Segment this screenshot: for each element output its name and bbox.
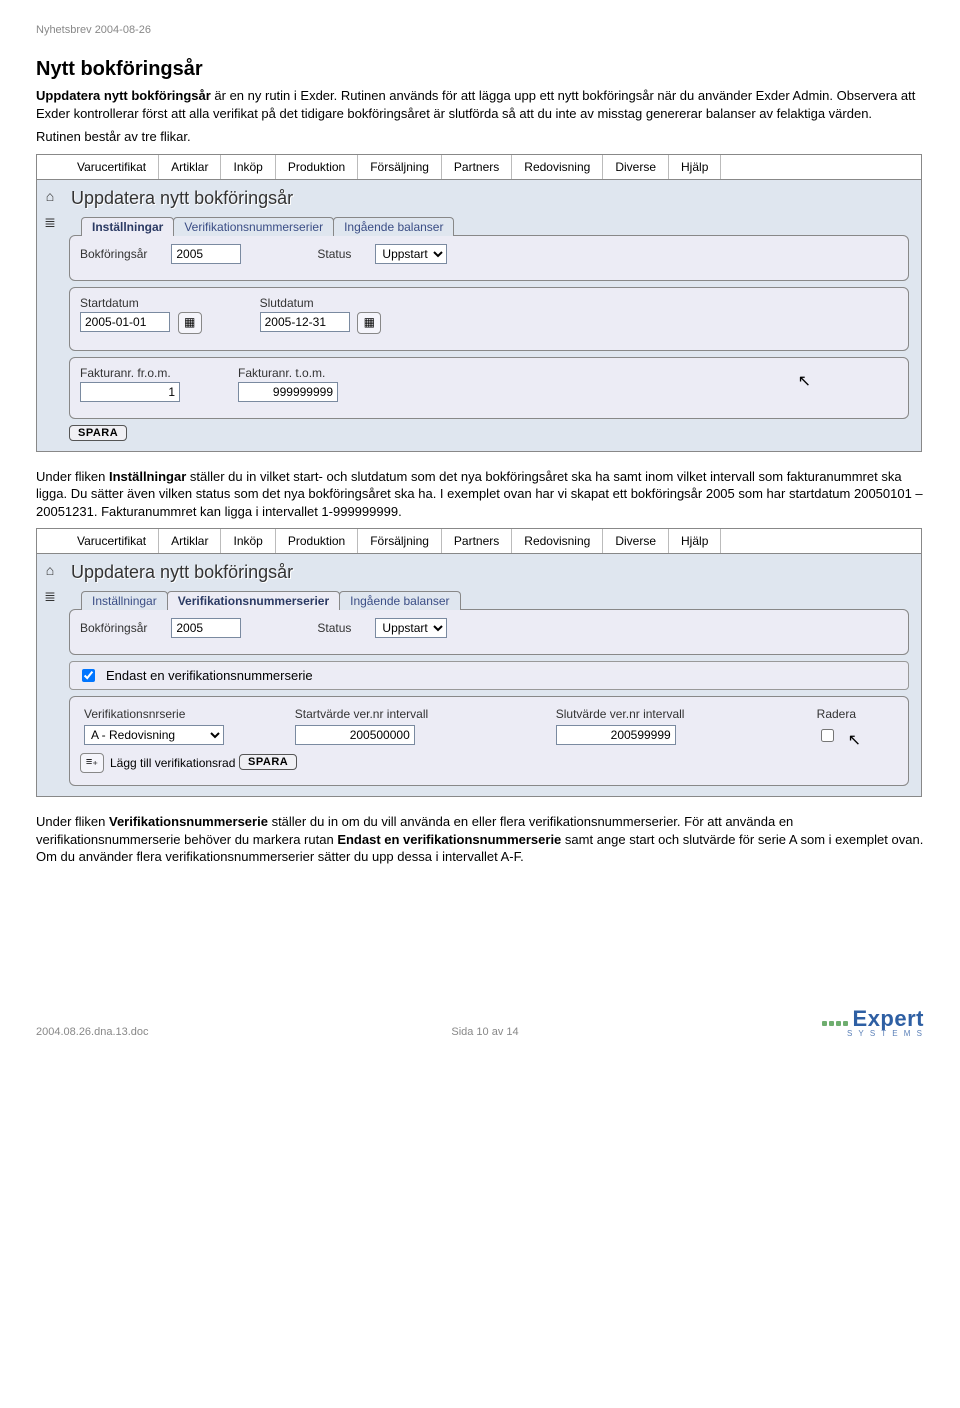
app-page-title: Uppdatera nytt bokföringsår [71, 562, 909, 583]
faknr-from-label: Fakturanr. fr.o.m. [80, 366, 180, 380]
only-one-series-checkbox[interactable] [82, 669, 95, 682]
screenshot-settings: Varucertifikat Artiklar Inköp Produktion… [36, 154, 922, 452]
left-toolbar: ⌂ ≣ [37, 554, 63, 796]
bokforingsar-label: Bokföringsår [80, 621, 147, 635]
menu-varucertifikat[interactable]: Varucertifikat [65, 529, 159, 553]
start-input[interactable] [80, 312, 170, 332]
status-select[interactable]: Uppstart [375, 618, 447, 638]
series-table: Verifikationsnrserie Startvärde ver.nr i… [80, 705, 898, 747]
status-label: Status [317, 247, 351, 261]
tab-bar: Inställningar Verifikationsnummerserier … [81, 591, 909, 610]
tab-settings[interactable]: Inställningar [81, 217, 174, 236]
intro-paragraph-2: Rutinen består av tre flikar. [36, 128, 924, 146]
screenshot-series: Varucertifikat Artiklar Inköp Produktion… [36, 528, 922, 797]
menu-redovisning[interactable]: Redovisning [512, 529, 603, 553]
intro-bold: Uppdatera nytt bokföringsår [36, 88, 211, 103]
menu-produktion[interactable]: Produktion [276, 529, 358, 553]
bokforingsar-input[interactable] [171, 244, 241, 264]
col-series: Verifikationsnrserie [80, 705, 291, 723]
list-icon[interactable]: ≣ [37, 214, 63, 231]
menu-partners[interactable]: Partners [442, 529, 512, 553]
menu-artiklar[interactable]: Artiklar [159, 155, 221, 179]
tab-settings[interactable]: Inställningar [81, 591, 168, 610]
menu-hjalp[interactable]: Hjälp [669, 155, 721, 179]
menu-forsaljning[interactable]: Försäljning [358, 155, 442, 179]
faknr-from-input[interactable] [80, 382, 180, 402]
slut-input[interactable] [260, 312, 350, 332]
faknr-to-input[interactable] [238, 382, 338, 402]
series-start-input[interactable] [295, 725, 415, 745]
table-row: A - Redovisning [80, 723, 898, 747]
series-end-input[interactable] [556, 725, 676, 745]
save-button[interactable]: SPARA [69, 425, 127, 441]
bottom-bold-2: Endast en verifikationsnummerserie [337, 832, 561, 847]
table-header-row: Verifikationsnrserie Startvärde ver.nr i… [80, 705, 898, 723]
series-select[interactable]: A - Redovisning [84, 725, 224, 745]
date-panel: Startdatum ▦ Slutdatum ▦ [69, 287, 909, 351]
faknr-to-label: Fakturanr. t.o.m. [238, 366, 338, 380]
home-icon[interactable]: ⌂ [37, 562, 63, 578]
status-select[interactable]: Uppstart [375, 244, 447, 264]
bokforingsar-input[interactable] [171, 618, 241, 638]
tab-balances[interactable]: Ingående balanser [333, 217, 454, 236]
logo-dots-icon [821, 1017, 849, 1029]
only-one-series-row: Endast en verifikationsnummerserie [69, 661, 909, 690]
menu-diverse[interactable]: Diverse [603, 155, 669, 179]
status-label: Status [317, 621, 351, 635]
series-delete-checkbox[interactable] [821, 729, 834, 742]
menu-artiklar[interactable]: Artiklar [159, 529, 221, 553]
tab-series[interactable]: Verifikationsnummerserier [173, 217, 334, 236]
menu-partners[interactable]: Partners [442, 155, 512, 179]
bokforingsar-label: Bokföringsår [80, 247, 147, 261]
menu-forsaljning[interactable]: Försäljning [358, 529, 442, 553]
tab-bar: Inställningar Verifikationsnummerserier … [81, 217, 909, 236]
intro-paragraph-1: Uppdatera nytt bokföringsår är en ny rut… [36, 87, 924, 122]
settings-panel: Bokföringsår Status Uppstart [69, 235, 909, 281]
mouse-cursor-icon: ↖ [798, 371, 811, 391]
add-row-icon: ≡₊ [80, 753, 104, 773]
series-top-panel: Bokföringsår Status Uppstart [69, 609, 909, 655]
calendar-icon[interactable]: ▦ [178, 312, 202, 334]
save-button[interactable]: SPARA [239, 754, 297, 770]
menu-inkop[interactable]: Inköp [221, 529, 275, 553]
menu-redovisning[interactable]: Redovisning [512, 155, 603, 179]
logo-subtext: S Y S T E M S [821, 1029, 924, 1038]
series-table-panel: Verifikationsnrserie Startvärde ver.nr i… [69, 696, 909, 786]
menu-produktion[interactable]: Produktion [276, 155, 358, 179]
menu-varucertifikat[interactable]: Varucertifikat [65, 155, 159, 179]
logo-text: Expert [853, 1006, 924, 1031]
menu-inkop[interactable]: Inköp [221, 155, 275, 179]
home-icon[interactable]: ⌂ [37, 188, 63, 204]
list-icon[interactable]: ≣ [37, 588, 63, 605]
mouse-cursor-icon: ↖ [848, 730, 861, 750]
menu-hjalp[interactable]: Hjälp [669, 529, 721, 553]
left-toolbar: ⌂ ≣ [37, 180, 63, 451]
add-row-button[interactable]: ≡₊ Lägg till verifikationsrad [80, 753, 235, 773]
page-header-small: Nyhetsbrev 2004-08-26 [36, 24, 924, 36]
mid-bold: Inställningar [109, 469, 186, 484]
col-end: Slutvärde ver.nr intervall [552, 705, 813, 723]
footer-center: Sida 10 av 14 [451, 1026, 518, 1038]
menu-diverse[interactable]: Diverse [603, 529, 669, 553]
bottom-paragraph: Under fliken Verifikationsnummerserie st… [36, 813, 924, 866]
menu-bar: Varucertifikat Artiklar Inköp Produktion… [37, 155, 921, 180]
page-title: Nytt bokföringsår [36, 58, 924, 81]
menu-bar: Varucertifikat Artiklar Inköp Produktion… [37, 529, 921, 554]
app-page-title: Uppdatera nytt bokföringsår [71, 188, 909, 209]
only-one-series-label: Endast en verifikationsnummerserie [106, 668, 313, 683]
footer-left: 2004.08.26.dna.13.doc [36, 1026, 149, 1038]
col-start: Startvärde ver.nr intervall [291, 705, 552, 723]
tab-series[interactable]: Verifikationsnummerserier [167, 591, 340, 610]
slut-label: Slutdatum [260, 296, 382, 310]
add-row-label: Lägg till verifikationsrad [110, 756, 235, 770]
expert-logo: Expert S Y S T E M S [821, 1006, 924, 1038]
col-delete: Radera [813, 705, 898, 723]
mid-paragraph: Under fliken Inställningar ställer du in… [36, 468, 924, 521]
calendar-icon[interactable]: ▦ [357, 312, 381, 334]
bottom-bold-1: Verifikationsnummerserie [109, 814, 268, 829]
faktura-panel: Fakturanr. fr.o.m. Fakturanr. t.o.m. [69, 357, 909, 419]
page-footer: 2004.08.26.dna.13.doc Sida 10 av 14 Expe… [36, 1006, 924, 1038]
start-label: Startdatum [80, 296, 202, 310]
tab-balances[interactable]: Ingående balanser [339, 591, 460, 610]
